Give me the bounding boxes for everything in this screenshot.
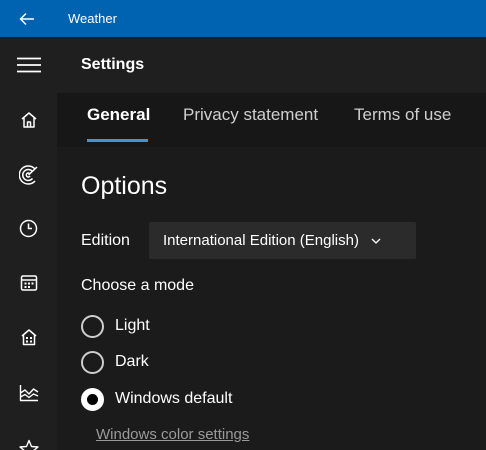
back-arrow-icon (19, 12, 34, 25)
chart-icon (19, 385, 38, 402)
menu-icon (16, 57, 41, 73)
nav-monthly[interactable] (0, 261, 57, 305)
radio-light-label: Light (115, 317, 150, 334)
mode-dark-option[interactable]: Dark (81, 349, 149, 375)
radio-selected-dot (87, 393, 98, 405)
radio-windows-default-label: Windows default (115, 390, 233, 407)
clock-icon (19, 219, 38, 237)
back-button[interactable] (0, 0, 54, 37)
tab-terms-of-use[interactable]: Terms of use (354, 105, 451, 125)
radar-icon (18, 165, 38, 185)
chevron-down-icon (371, 238, 381, 244)
home-icon (21, 112, 36, 128)
radio-dark[interactable] (81, 350, 104, 374)
title-bar: Weather (0, 0, 486, 37)
star-icon (18, 439, 39, 450)
edition-dropdown[interactable]: International Edition (English) (149, 222, 416, 259)
building-icon (21, 329, 36, 346)
windows-color-settings-link[interactable]: Windows color settings (96, 426, 249, 443)
nav-favorites[interactable] (0, 427, 57, 450)
radio-dark-label: Dark (115, 353, 149, 370)
calendar-icon (20, 275, 37, 291)
radio-light[interactable] (81, 314, 104, 338)
mode-windows-default-option[interactable]: Windows default (81, 386, 232, 412)
page-header: Settings (57, 37, 486, 93)
nav-historical-weather[interactable] (0, 206, 57, 250)
settings-page: Settings General Privacy statement Terms… (57, 37, 486, 450)
app-title: Weather (68, 11, 117, 26)
mode-light-option[interactable]: Light (81, 313, 150, 339)
choose-mode-label: Choose a mode (81, 277, 194, 294)
nav-news[interactable] (0, 371, 57, 415)
active-tab-indicator (87, 139, 148, 142)
nav-maps[interactable] (0, 153, 57, 197)
navigation-rail (0, 37, 57, 450)
radio-windows-default[interactable] (81, 387, 104, 411)
nav-forecast-home[interactable] (0, 98, 57, 142)
page-title: Settings (81, 56, 145, 73)
edition-selected-value: International Edition (English) (163, 232, 359, 249)
options-heading: Options (81, 172, 168, 200)
tab-privacy-statement[interactable]: Privacy statement (183, 105, 318, 125)
nav-places[interactable] (0, 315, 57, 359)
edition-label: Edition (81, 232, 130, 249)
tab-bar: General Privacy statement Terms of use (57, 93, 486, 147)
tab-general[interactable]: General (87, 105, 150, 125)
hamburger-menu-button[interactable] (0, 43, 57, 87)
